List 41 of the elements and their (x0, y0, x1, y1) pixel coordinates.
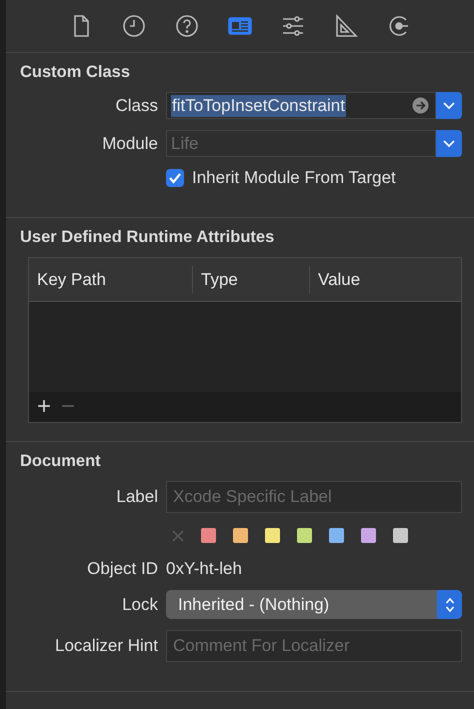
color-swatch[interactable] (393, 528, 408, 543)
field-label: Object ID (86, 559, 158, 579)
field-value: fitToTopInsetConstraint (171, 94, 346, 116)
field-label: Module (101, 134, 158, 154)
color-swatch[interactable] (297, 528, 312, 543)
chevron-down-icon (443, 102, 455, 110)
up-down-chevron-icon (444, 596, 454, 612)
field-label: Lock (121, 594, 158, 614)
field-label: Class (114, 96, 158, 116)
column-header[interactable]: Key Path (29, 266, 193, 293)
label-field[interactable]: Xcode Specific Label (166, 481, 462, 513)
color-swatch[interactable] (329, 528, 344, 543)
color-swatch[interactable] (361, 528, 376, 543)
field-label: Localizer Hint (54, 636, 158, 656)
help-icon (174, 13, 200, 39)
column-header[interactable]: Type (193, 266, 310, 293)
ruler-triangle-icon (333, 13, 359, 39)
inspector-tab[interactable] (174, 13, 200, 39)
inspector-tab[interactable] (121, 13, 147, 39)
clock-icon (121, 13, 147, 39)
checkbox-label: Inherit Module From Target (192, 168, 396, 188)
inspector-tab[interactable] (333, 13, 359, 39)
color-swatch[interactable] (201, 528, 216, 543)
class-field[interactable]: fitToTopInsetConstraint (166, 92, 436, 119)
lock-popup[interactable]: Inherited - (Nothing) (166, 590, 462, 619)
checkbox[interactable] (166, 169, 184, 187)
dropdown-button[interactable] (436, 92, 462, 119)
clear-color-icon[interactable] (172, 530, 184, 542)
chevron-down-icon (443, 140, 455, 148)
arrow-circle-icon[interactable] (412, 97, 429, 114)
section-title: User Defined Runtime Attributes (20, 228, 276, 247)
field-label: Label (115, 487, 158, 507)
object-id-value: 0xY-ht-leh (166, 559, 242, 579)
column-header[interactable]: Value (310, 258, 461, 301)
section-title: Custom Class (20, 63, 132, 82)
add-button[interactable]: + (34, 395, 54, 419)
dropdown-button[interactable] (436, 130, 462, 157)
color-swatch[interactable] (265, 528, 280, 543)
section-title: Document (20, 452, 102, 471)
localizer-hint-field[interactable]: Comment For Localizer (166, 630, 462, 662)
color-swatch[interactable] (233, 528, 248, 543)
